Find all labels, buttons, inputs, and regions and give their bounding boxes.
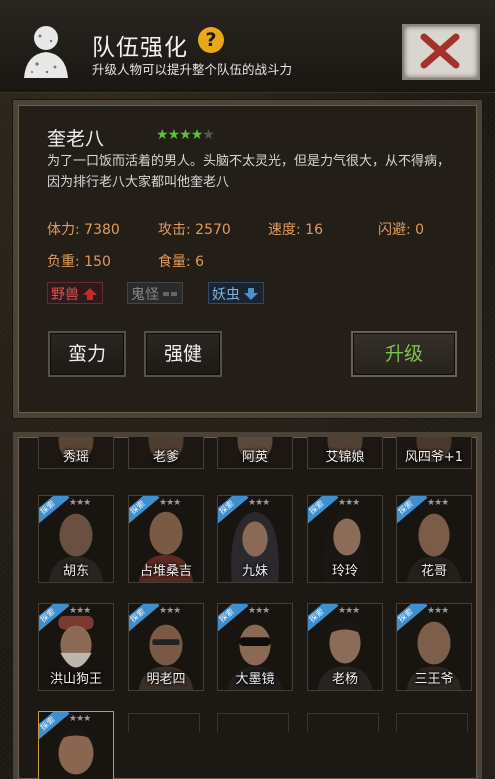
header-bar: 队伍强化 ? 升级人物可以提升整个队伍的战斗力 <box>0 0 495 93</box>
card-stars: ★★★ <box>69 714 91 724</box>
stat-food: 食量: 6 <box>158 254 205 270</box>
card-stars: ★★★ <box>427 606 449 616</box>
roster-card[interactable]: 老爹 <box>128 437 204 469</box>
roster-name: 占堆桑吉 <box>139 564 192 579</box>
roster-name: 九妹 <box>241 564 268 579</box>
hero-detail-panel: 奎老八 ★★★★★ 为了一口饭而活着的男人。头脑不太灵光，但是力气很大，从不得病… <box>13 100 482 418</box>
roster-card[interactable]: 阿英 <box>217 437 293 469</box>
roster-name: 老爹 <box>152 450 179 465</box>
close-icon <box>420 33 460 69</box>
roster-name: 艾锦娘 <box>325 450 365 465</box>
roster-card[interactable]: 秀瑶 <box>38 437 114 469</box>
stat-hp: 体力: 7380 <box>47 222 120 238</box>
roster-card[interactable]: 探索 ★★★ 花哥 <box>396 495 472 583</box>
empty-slot <box>396 713 468 732</box>
trait-label: 野兽 <box>51 286 79 303</box>
roster-card[interactable]: 风四爷+1 <box>396 437 472 469</box>
roster-card[interactable]: 艾锦娘 <box>307 437 383 469</box>
trait-label: 妖虫 <box>212 286 240 303</box>
stat-dodge: 闪避: 0 <box>378 222 425 238</box>
roster-name: 花哥 <box>420 564 447 579</box>
roster-name: 洪山狗王 <box>49 672 102 687</box>
roster-card[interactable]: 探索 ★★★ 老杨 <box>307 603 383 691</box>
card-stars: ★★★ <box>338 498 360 508</box>
roster-name: 阿英 <box>241 450 268 465</box>
roster-name: 大墨镜 <box>235 672 275 687</box>
roster-card[interactable]: 探索 ★★★ 占堆桑吉 <box>128 495 204 583</box>
roster-card[interactable]: 探索 ★★★ 玲玲 <box>307 495 383 583</box>
roster-name: 秀瑶 <box>62 450 89 465</box>
stat-load: 负重: 150 <box>47 254 111 270</box>
page-subtitle: 升级人物可以提升整个队伍的战斗力 <box>92 62 293 77</box>
hero-description: 为了一口饭而活着的男人。头脑不太灵光，但是力气很大，从不得病，因为排行老八大家都… <box>47 154 451 190</box>
hero-star-rating: ★★★★★ <box>156 127 215 143</box>
roster-card[interactable]: 探索 ★★★ 大墨镜 <box>217 603 293 691</box>
stat-speed: 速度: 16 <box>268 222 323 238</box>
stat-attack: 攻击: 2570 <box>158 222 231 238</box>
upgrade-button[interactable]: 升级 <box>351 331 457 377</box>
help-icon[interactable]: ? <box>198 27 224 53</box>
dash-icon <box>163 291 177 296</box>
page-title: 队伍强化 <box>92 35 188 61</box>
arrow-up-icon <box>83 287 97 300</box>
roster-name: 老杨 <box>331 672 358 687</box>
roster-name: 胡东 <box>62 564 89 579</box>
card-stars: ★★★ <box>248 498 270 508</box>
roster-card[interactable]: 探索 ★★★ 明老四 <box>128 603 204 691</box>
empty-slot <box>217 713 289 732</box>
card-stars: ★★★ <box>427 498 449 508</box>
hero-name: 奎老八 <box>47 128 105 150</box>
skill-button-sturdy[interactable]: 强健 <box>144 331 222 377</box>
roster-card[interactable]: 探索 ★★★ 胡东 <box>38 495 114 583</box>
roster-name: 三王爷 <box>414 672 454 687</box>
roster-name: 玲玲 <box>331 564 358 579</box>
card-stars: ★★★ <box>159 606 181 616</box>
empty-slot <box>307 713 379 732</box>
trait-ghost: 鬼怪 <box>127 282 183 304</box>
roster-name: 风四爷+1 <box>404 450 464 465</box>
card-stars: ★★★ <box>159 498 181 508</box>
card-stars: ★★★ <box>248 606 270 616</box>
roster-name: 明老四 <box>146 672 186 687</box>
roster-card[interactable]: 探索 ★★★ 三王爷 <box>396 603 472 691</box>
roster-card-selected[interactable]: 探索 ★★★ <box>38 711 114 779</box>
roster-grid: 秀瑶 老爹 阿英 艾锦娘 风四爷+1 探索 ★★★ 胡东 探索 ★★★ 占堆桑吉… <box>13 432 482 779</box>
card-stars: ★★★ <box>338 606 360 616</box>
trait-beast: 野兽 <box>47 282 103 304</box>
trait-insect: 妖虫 <box>208 282 264 304</box>
card-stars: ★★★ <box>69 606 91 616</box>
arrow-down-icon <box>244 287 258 300</box>
team-avatar-icon <box>24 26 68 78</box>
card-stars: ★★★ <box>69 498 91 508</box>
skill-button-brute[interactable]: 蛮力 <box>48 331 126 377</box>
roster-card[interactable]: 探索 ★★★ 洪山狗王 <box>38 603 114 691</box>
close-button[interactable] <box>402 24 480 80</box>
roster-card[interactable]: 探索 ★★★ 九妹 <box>217 495 293 583</box>
empty-slot <box>128 713 200 732</box>
trait-label: 鬼怪 <box>131 286 159 303</box>
